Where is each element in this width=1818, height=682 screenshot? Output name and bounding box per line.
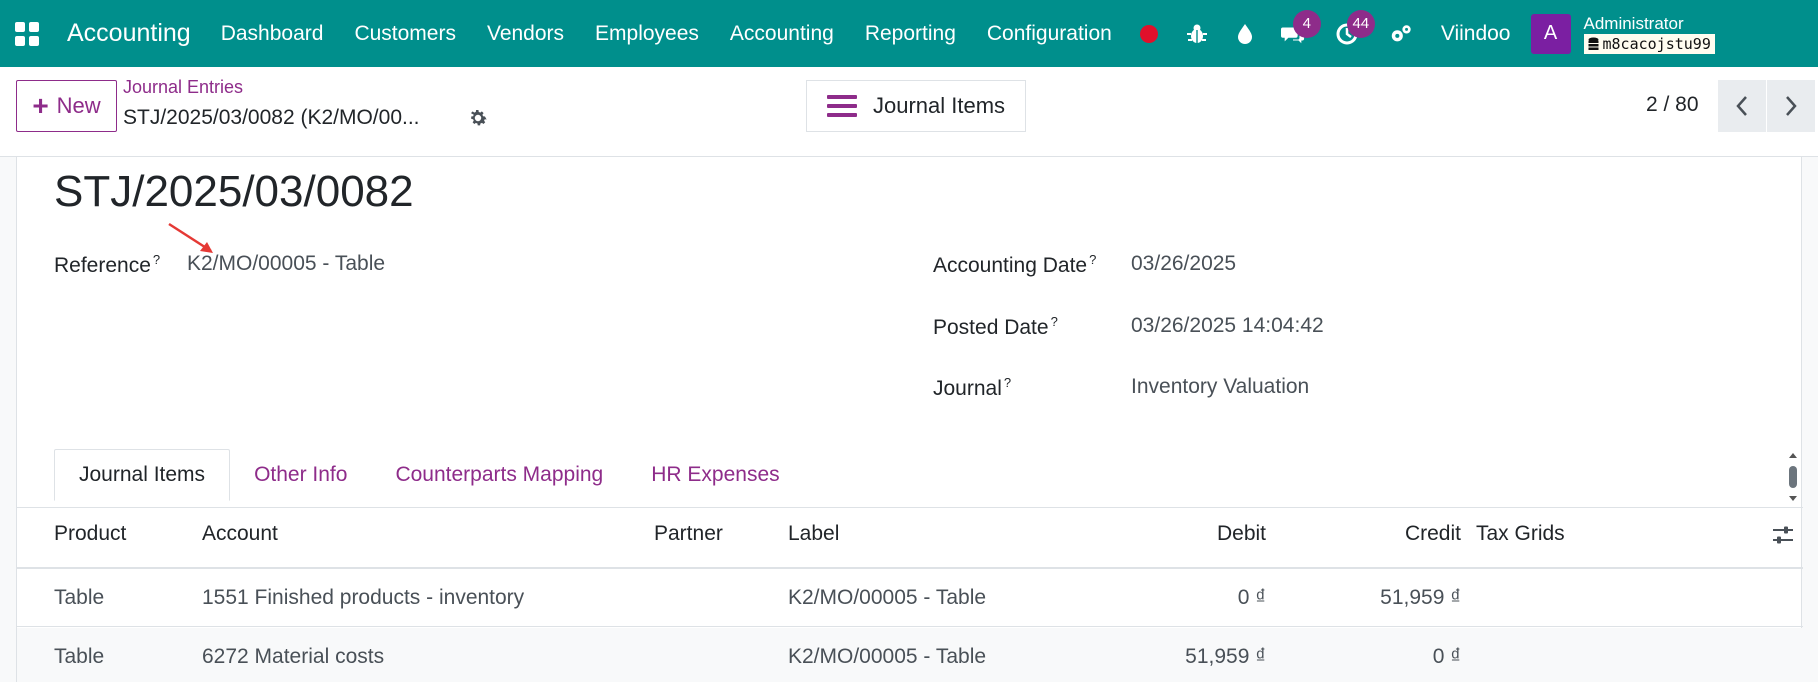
- database-tag: m8cacojstu99: [1583, 33, 1715, 54]
- menu-dashboard[interactable]: Dashboard: [221, 22, 324, 46]
- cell-credit: 51,959 ₫: [1380, 586, 1461, 609]
- column-credit[interactable]: Credit: [1317, 522, 1461, 546]
- pager-next-button[interactable]: [1767, 80, 1815, 132]
- notebook-tabs: Journal Items Other Info Counterparts Ma…: [54, 449, 804, 501]
- journal-field[interactable]: Inventory Valuation: [1131, 375, 1309, 399]
- cell-label: K2/MO/00005 - Table: [788, 586, 987, 609]
- journal-entry-number: STJ/2025/03/0082: [54, 167, 414, 216]
- reference-label: Reference?: [54, 252, 160, 278]
- user-avatar[interactable]: A: [1530, 13, 1571, 54]
- cell-debit: 51,959 ₫: [1185, 645, 1266, 668]
- help-icon[interactable]: ?: [1004, 375, 1011, 390]
- help-icon[interactable]: ?: [1089, 252, 1096, 267]
- breadcrumb-current-record: STJ/2025/03/0082 (K2/MO/00...: [123, 106, 420, 129]
- column-partner[interactable]: Partner: [654, 522, 723, 546]
- bug-icon[interactable]: [1185, 22, 1209, 46]
- control-panel: + New Journal Entries STJ/2025/03/0082 (…: [0, 67, 1818, 157]
- menu-reporting[interactable]: Reporting: [865, 22, 956, 46]
- tabs-divider: [17, 507, 1803, 508]
- tab-hr-expenses[interactable]: HR Expenses: [627, 449, 803, 501]
- database-icon: [1588, 37, 1598, 50]
- journal-items-smart-button[interactable]: Journal Items: [806, 80, 1026, 132]
- journal-label-text: Journal: [933, 377, 1002, 400]
- gear-icon[interactable]: [467, 107, 491, 131]
- reference-label-text: Reference: [54, 254, 151, 277]
- help-icon[interactable]: ?: [1051, 314, 1058, 329]
- column-tax-grids[interactable]: Tax Grids: [1476, 522, 1565, 546]
- table-row[interactable]: Table 1551 Finished products - inventory…: [17, 569, 1803, 627]
- user-name: Administrator: [1583, 13, 1684, 33]
- list-icon: [826, 95, 857, 117]
- activities-badge: 44: [1346, 9, 1375, 38]
- cell-credit: 0 ₫: [1432, 645, 1461, 668]
- accounting-date-label: Accounting Date?: [933, 252, 1096, 278]
- menu-vendors[interactable]: Vendors: [487, 22, 564, 46]
- messages-icon[interactable]: 4: [1280, 9, 1321, 46]
- plus-icon: +: [32, 90, 49, 121]
- table-row[interactable]: Table 6272 Material costs K2/MO/00005 - …: [17, 628, 1803, 682]
- new-button[interactable]: + New: [16, 80, 117, 132]
- posted-date-field[interactable]: 03/26/2025 14:04:42: [1131, 314, 1324, 338]
- posted-date-label: Posted Date?: [933, 314, 1058, 340]
- help-icon[interactable]: ?: [153, 252, 160, 267]
- company-switcher[interactable]: Viindoo: [1441, 22, 1511, 46]
- posted-date-label-text: Posted Date: [933, 316, 1049, 339]
- accounting-date-field[interactable]: 03/26/2025: [1131, 252, 1236, 276]
- cell-debit: 0 ₫: [1237, 586, 1266, 609]
- tab-journal-items[interactable]: Journal Items: [54, 449, 231, 501]
- menu-accounting[interactable]: Accounting: [730, 22, 834, 46]
- database-name: m8cacojstu99: [1602, 34, 1711, 53]
- record-dot-icon[interactable]: [1137, 22, 1161, 46]
- journal-label: Journal?: [933, 375, 1011, 401]
- apps-grid-icon[interactable]: [13, 20, 41, 48]
- column-account[interactable]: Account: [202, 522, 278, 546]
- cell-label: K2/MO/00005 - Table: [788, 645, 987, 668]
- settings-gears-icon[interactable]: [1389, 22, 1413, 46]
- annotation-arrow-icon: [168, 222, 213, 253]
- new-button-label: New: [56, 93, 101, 118]
- user-menu[interactable]: Administrator m8cacojstu99: [1583, 13, 1715, 54]
- tabs-scrollbar[interactable]: [1787, 452, 1799, 502]
- reference-field[interactable]: K2/MO/00005 - Table: [187, 252, 385, 276]
- menu-configuration[interactable]: Configuration: [987, 22, 1112, 46]
- pager-previous-button[interactable]: [1718, 80, 1766, 132]
- menu-employees[interactable]: Employees: [595, 22, 699, 46]
- tab-counterparts-mapping[interactable]: Counterparts Mapping: [371, 449, 627, 501]
- top-navbar: Accounting Dashboard Customers Vendors E…: [0, 0, 1818, 67]
- systray: 4 44: [1137, 9, 1437, 46]
- journal-items-label: Journal Items: [872, 93, 1006, 118]
- activities-clock-icon[interactable]: 44: [1335, 9, 1375, 46]
- app-brand[interactable]: Accounting: [67, 19, 191, 48]
- column-label[interactable]: Label: [788, 522, 839, 546]
- messages-badge: 4: [1292, 9, 1321, 38]
- cell-account: 1551 Finished products - inventory: [202, 586, 525, 609]
- tab-other-info[interactable]: Other Info: [230, 449, 371, 501]
- form-sheet: STJ/2025/03/0082 Reference? K2/MO/00005 …: [16, 157, 1803, 682]
- color-drop-icon[interactable]: [1233, 22, 1257, 46]
- cell-account: 6272 Material costs: [202, 645, 385, 668]
- chevron-right-icon: [1786, 96, 1797, 116]
- cell-product: Table: [54, 645, 105, 668]
- breadcrumb-journal-entries[interactable]: Journal Entries: [123, 77, 243, 98]
- accounting-date-label-text: Accounting Date: [933, 254, 1088, 277]
- chevron-left-icon: [1736, 96, 1747, 116]
- cell-product: Table: [54, 586, 105, 609]
- column-debit[interactable]: Debit: [1117, 522, 1266, 546]
- column-product[interactable]: Product: [54, 522, 126, 546]
- optional-columns-icon[interactable]: [1771, 523, 1795, 547]
- menu-customers[interactable]: Customers: [354, 22, 456, 46]
- pager-value[interactable]: 2 / 80: [1646, 93, 1699, 117]
